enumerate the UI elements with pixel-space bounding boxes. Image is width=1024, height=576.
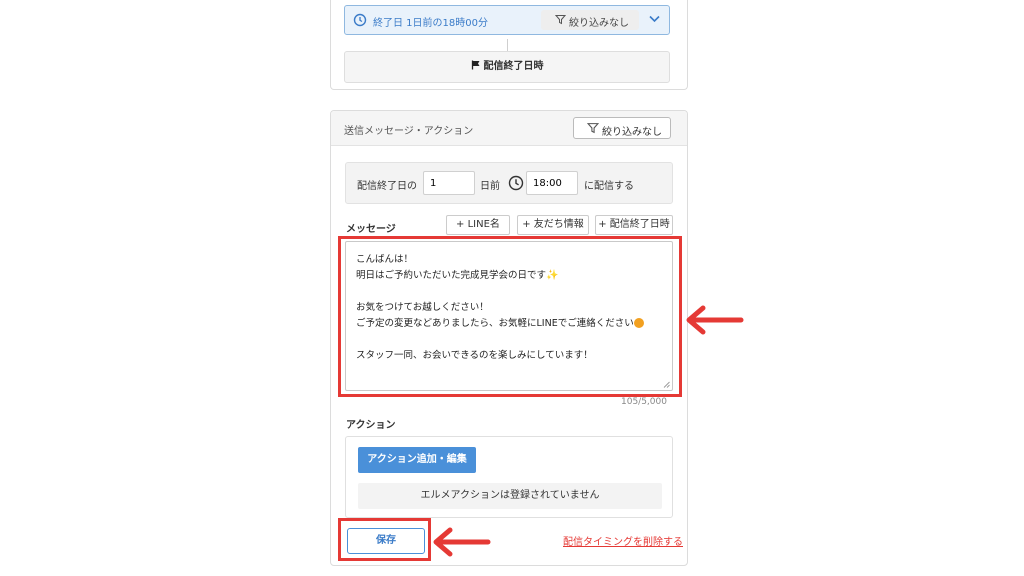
filter-icon — [587, 123, 599, 134]
timing-suffix: に配信する — [584, 181, 634, 192]
char-counter: 105/5,000 — [621, 397, 667, 407]
insert-line-name-button[interactable]: + LINE名 — [446, 215, 510, 235]
action-label: アクション — [346, 420, 396, 431]
filter-chip-label: 絞り込みなし — [569, 18, 629, 29]
days-suffix: 日前 — [480, 181, 500, 192]
delivery-end-block: 配信終了日時 — [344, 51, 670, 83]
flag-icon — [471, 60, 479, 70]
arrow-left-icon — [686, 305, 744, 335]
panel-title: 送信メッセージ・アクション — [344, 126, 474, 137]
clock-icon — [508, 175, 524, 191]
end-condition-text: 終了日 1日前の18時00分 — [373, 18, 488, 29]
delete-timing-link[interactable]: 配信タイミングを削除する — [563, 533, 683, 548]
message-label: メッセージ — [346, 224, 396, 235]
highlight-frame-message — [338, 236, 682, 397]
insert-end-date-button[interactable]: + 配信終了日時 — [595, 215, 673, 235]
arrow-left-icon — [433, 527, 491, 557]
highlight-frame-save — [338, 518, 431, 561]
delivery-end-label: 配信終了日時 — [483, 61, 544, 72]
delivery-end-panel: 終了日 1日前の18時00分 絞り込みなし 配信終了日時 — [330, 0, 688, 90]
filter-icon — [555, 15, 566, 25]
no-action-message: エルメアクションは登録されていません — [358, 483, 662, 509]
panel-header: 送信メッセージ・アクション 絞り込みなし — [331, 111, 687, 146]
insert-friend-info-button[interactable]: + 友だち情報 — [517, 215, 589, 235]
header-filter-label: 絞り込みなし — [602, 127, 662, 138]
clock-icon — [353, 13, 367, 27]
filter-chip[interactable]: 絞り込みなし — [541, 10, 639, 30]
add-edit-action-button[interactable]: アクション追加・編集 — [358, 447, 476, 473]
time-input[interactable] — [526, 171, 578, 195]
end-condition-bar[interactable]: 終了日 1日前の18時00分 絞り込みなし — [344, 5, 670, 35]
timing-prefix: 配信終了日の — [357, 181, 417, 192]
connector-line — [507, 39, 508, 51]
header-filter-button[interactable]: 絞り込みなし — [573, 117, 671, 139]
chevron-down-icon[interactable] — [649, 15, 660, 23]
timing-row: 配信終了日の 日前 に配信する — [345, 162, 673, 204]
days-before-input[interactable] — [423, 171, 475, 195]
action-box: アクション追加・編集 エルメアクションは登録されていません — [345, 436, 673, 518]
